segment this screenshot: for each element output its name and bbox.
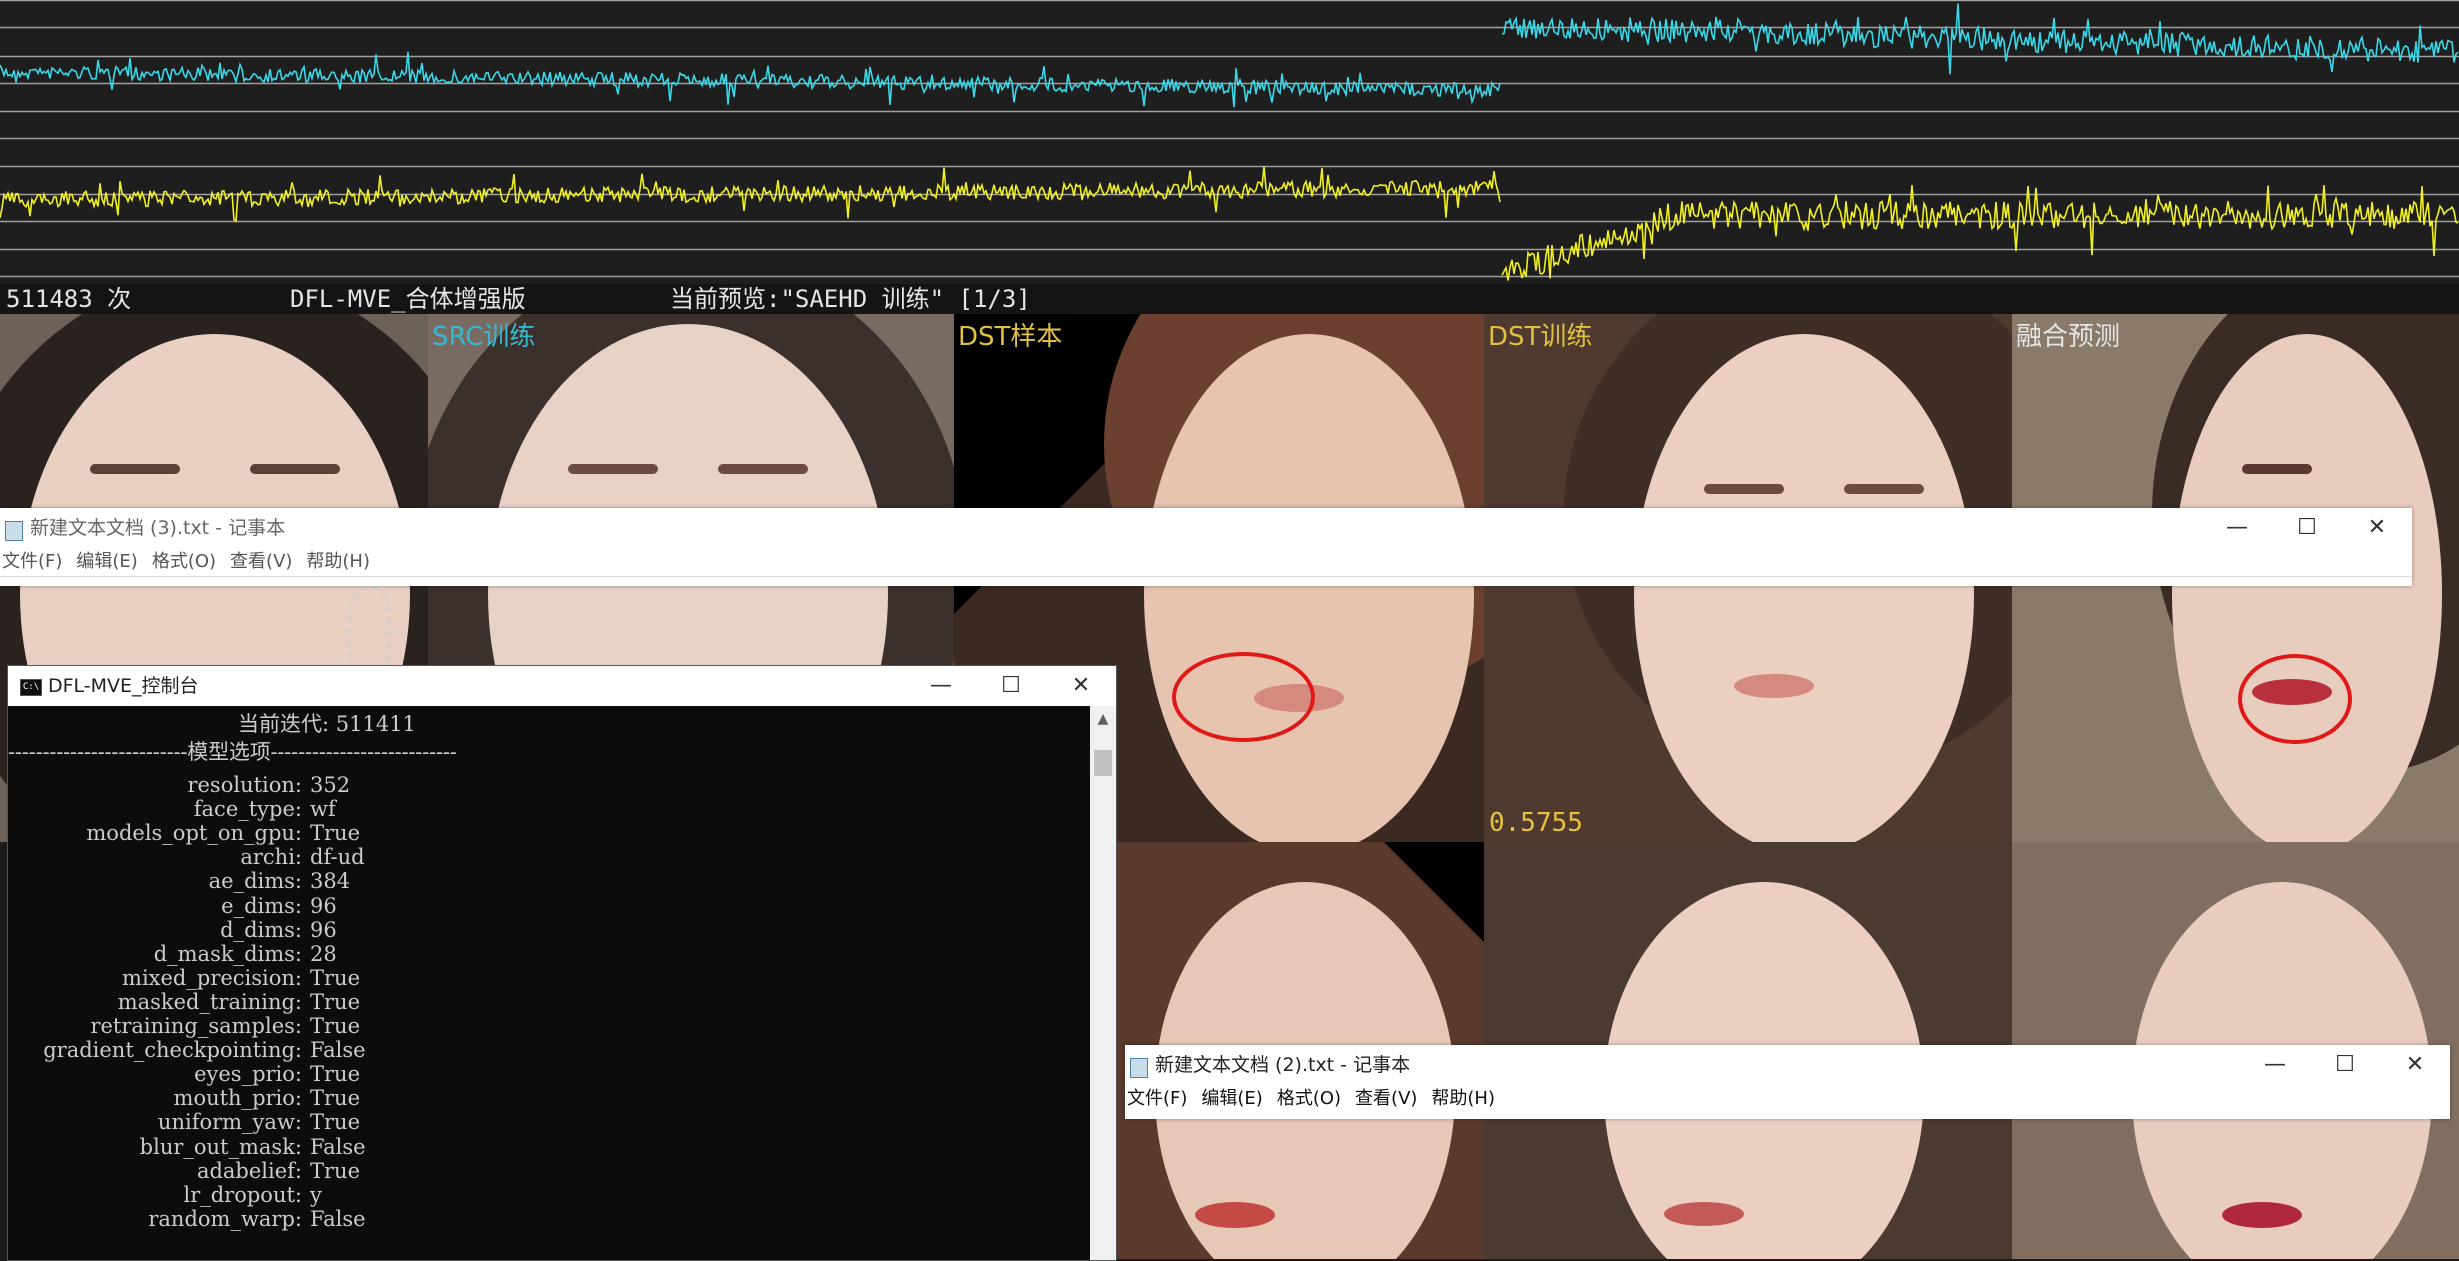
option-value: True <box>310 989 360 1014</box>
option-key: retraining_samples: <box>90 1014 302 1038</box>
menu-help[interactable]: 帮助(H) <box>306 548 370 576</box>
option-key: face_type: <box>193 797 302 822</box>
notepad-icon <box>1130 1058 1148 1078</box>
option-value: True <box>310 1110 360 1135</box>
console-icon: C:\ <box>20 679 42 696</box>
option-key: mixed_precision: <box>122 965 302 990</box>
menu-file[interactable]: 文件(F) <box>2 548 62 576</box>
option-key: eyes_prio: <box>194 1062 302 1087</box>
option-key: d_dims: <box>220 917 302 942</box>
notepad-window-3: 新建文本文档 (3).txt - 记事本 — ☐ ✕ 文件(F) 编辑(E) 格… <box>0 508 2412 586</box>
option-value: False <box>310 1038 366 1063</box>
option-key: e_dims: <box>221 893 302 918</box>
option-value: df-ud <box>310 845 365 870</box>
dst-loss-value: 0.5755 <box>1489 808 1583 838</box>
menu-view[interactable]: 查看(V) <box>230 548 292 576</box>
highlight-circle-merged <box>2238 654 2352 744</box>
dst-train-label: DST训练 <box>1488 322 1593 352</box>
option-key: mouth_prio: <box>173 1086 302 1111</box>
dst-loss-series-recent <box>1501 184 2459 281</box>
src-train-label: SRC训练 <box>432 322 536 352</box>
menu-view[interactable]: 查看(V) <box>1355 1085 1417 1113</box>
option-value: False <box>310 1134 366 1159</box>
current-preview-label: 当前预览:"SAEHD 训练" [1/3] <box>670 285 1031 313</box>
highlight-circle-dst <box>1172 652 1315 742</box>
option-value: 96 <box>310 893 337 918</box>
console-title: DFL-MVE_控制台 <box>48 675 199 697</box>
model-options-header: --------------------------模型选项----------… <box>8 740 457 764</box>
notepad-icon <box>5 521 23 541</box>
notepad-2-menubar: 文件(F) 编辑(E) 格式(O) 查看(V) 帮助(H) <box>1125 1085 2450 1113</box>
merged-prediction-label: 融合预测 <box>2016 322 2121 352</box>
minimize-button[interactable]: — <box>906 666 976 706</box>
option-value: True <box>310 1014 360 1038</box>
option-key: random_warp: <box>148 1206 302 1231</box>
close-button[interactable]: ✕ <box>2342 508 2412 548</box>
menu-file[interactable]: 文件(F) <box>1127 1085 1187 1113</box>
option-key: d_mask_dims: <box>153 941 302 966</box>
src-loss-series-recent <box>1501 3 2459 75</box>
minimize-button[interactable]: — <box>2202 508 2272 548</box>
maximize-button[interactable]: ☐ <box>976 666 1046 706</box>
notepad-3-title: 新建文本文档 (3).txt - 记事本 <box>30 517 286 539</box>
app-name: DFL-MVE_合体增强版 <box>290 285 526 313</box>
console-output: 当前迭代: 511411 --------------------------模… <box>8 706 1090 1260</box>
option-key: resolution: <box>187 773 302 797</box>
notepad-2-titlebar[interactable]: 新建文本文档 (2).txt - 记事本 — ☐ ✕ <box>1125 1045 2450 1085</box>
console-window: C:\ DFL-MVE_控制台 — ☐ ✕ 当前迭代: 511411 -----… <box>7 665 1117 1261</box>
current-iteration-line: 当前迭代: 511411 <box>238 712 416 736</box>
option-key: archi: <box>240 845 302 870</box>
option-value: 352 <box>310 773 351 797</box>
notepad-3-text-area[interactable] <box>0 576 2412 581</box>
option-value: 96 <box>310 917 337 942</box>
minimize-button[interactable]: — <box>2240 1045 2310 1085</box>
scroll-thumb[interactable] <box>1094 750 1112 776</box>
notepad-3-menubar: 文件(F) 编辑(E) 格式(O) 查看(V) 帮助(H) <box>0 548 2412 576</box>
close-button[interactable]: ✕ <box>1046 666 1116 706</box>
notepad-window-2: 新建文本文档 (2).txt - 记事本 — ☐ ✕ 文件(F) 编辑(E) 格… <box>1125 1045 2450 1119</box>
option-key: adabelief: <box>196 1158 302 1183</box>
option-key: models_opt_on_gpu: <box>86 821 302 846</box>
option-key: ae_dims: <box>208 869 302 894</box>
option-key: gradient_checkpointing: <box>43 1038 302 1063</box>
option-value: y <box>310 1182 322 1207</box>
option-key: masked_training: <box>117 989 302 1014</box>
option-value: True <box>310 965 360 990</box>
menu-format[interactable]: 格式(O) <box>152 548 216 576</box>
training-status-bar: 511483 次 DFL-MVE_合体增强版 当前预览:"SAEHD 训练" [… <box>0 284 2459 314</box>
option-key: lr_dropout: <box>183 1182 302 1207</box>
dst-sample-label: DST样本 <box>958 322 1063 352</box>
iteration-count: 511483 次 <box>6 285 132 313</box>
menu-format[interactable]: 格式(O) <box>1277 1085 1341 1113</box>
scroll-up-button[interactable]: ▲ <box>1090 706 1116 732</box>
notepad-2-title: 新建文本文档 (2).txt - 记事本 <box>1155 1054 1411 1076</box>
option-value: True <box>310 821 360 846</box>
maximize-button[interactable]: ☐ <box>2272 508 2342 548</box>
option-value: False <box>310 1206 366 1231</box>
menu-edit[interactable]: 编辑(E) <box>1201 1085 1262 1113</box>
option-value: wf <box>310 797 336 822</box>
option-key: uniform_yaw: <box>157 1110 302 1135</box>
option-value: True <box>310 1086 360 1111</box>
option-value: 384 <box>310 869 351 894</box>
menu-edit[interactable]: 编辑(E) <box>76 548 137 576</box>
src-loss-series <box>0 51 1501 108</box>
close-button[interactable]: ✕ <box>2380 1045 2450 1085</box>
option-value: True <box>310 1062 360 1087</box>
console-titlebar[interactable]: C:\ DFL-MVE_控制台 — ☐ ✕ <box>8 666 1116 706</box>
loss-history-graph <box>0 0 2459 284</box>
maximize-button[interactable]: ☐ <box>2310 1045 2380 1085</box>
option-key: blur_out_mask: <box>139 1134 302 1159</box>
option-value: 28 <box>310 941 337 966</box>
menu-help[interactable]: 帮助(H) <box>1431 1085 1495 1113</box>
notepad-3-titlebar[interactable]: 新建文本文档 (3).txt - 记事本 — ☐ ✕ <box>0 508 2412 548</box>
option-value: True <box>310 1158 360 1183</box>
console-scrollbar[interactable]: ▲ <box>1090 706 1116 1260</box>
